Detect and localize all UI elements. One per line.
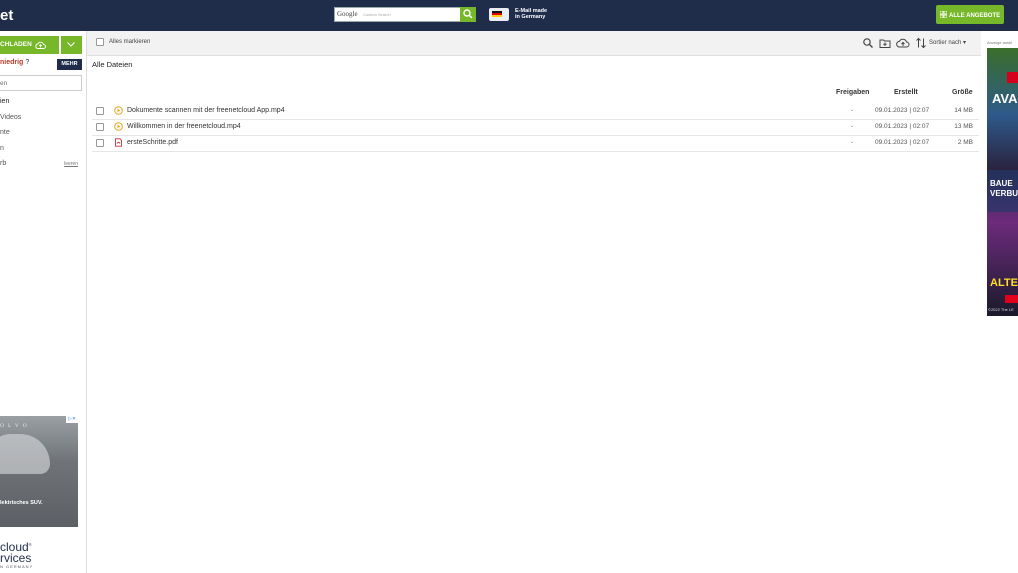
sidebar-item-label: nte — [0, 129, 10, 136]
ad-cta-text: ALTE — [990, 277, 1018, 289]
all-offers-button[interactable]: ALLE ANGEBOTE — [936, 5, 1004, 24]
upload-dropdown-button[interactable] — [61, 36, 82, 54]
right-skyscraper-ad[interactable]: AVA BAUE VERBU ALTE ©2022 The LE — [987, 48, 1018, 316]
sidebar-item-files[interactable]: ien — [0, 98, 86, 114]
ad-copyright: ©2022 The LE — [988, 307, 1014, 312]
freenetcloud-services-logo: cloud® rvices N GERMANY — [0, 540, 34, 569]
file-shares: - — [851, 123, 854, 130]
brand-logo-icon — [1007, 72, 1018, 83]
file-toolbar: Alles markieren Sortier nach ▾ — [87, 31, 981, 56]
table-row[interactable]: ersteSchritte.pdf - 09.01.2023 | 02:07 2… — [92, 135, 979, 152]
sidebar-search-field[interactable] — [0, 75, 82, 91]
search-hint: Custom Search — [363, 12, 391, 17]
new-folder-icon[interactable] — [879, 37, 891, 49]
ad-hide-link[interactable]: Anzeige ausbl — [987, 40, 1012, 45]
ad-close-icon[interactable]: ▷✕ — [66, 416, 78, 423]
more-button[interactable]: MEHR — [57, 59, 82, 70]
file-shares: - — [851, 107, 854, 114]
ad-subtitle: BAUE VERBU — [990, 179, 1018, 198]
file-created: 09.01.2023 | 02:07 — [875, 107, 930, 114]
google-label: Google — [337, 10, 358, 18]
file-name[interactable]: Dokumente scannen mit der freenetcloud A… — [127, 107, 285, 114]
sort-by-dropdown[interactable]: Sortier nach ▾ — [929, 39, 966, 46]
sidebar-item-trash[interactable]: rb leeren — [0, 160, 86, 176]
all-offers-label: ALLE ANGEBOTE — [949, 13, 1001, 19]
google-search-box[interactable]: Google Custom Search — [334, 7, 476, 22]
chevron-down-icon — [67, 42, 75, 47]
sidebar-search-input[interactable] — [0, 76, 80, 90]
pdf-file-icon — [115, 138, 122, 147]
ad-title: AVA — [992, 91, 1018, 106]
empty-trash-link[interactable]: leeren — [64, 161, 78, 167]
select-all-label[interactable]: Alles markieren — [109, 39, 150, 45]
sidebar: CHLADEN niedrig? MEHR ien Videos nte n r… — [0, 31, 87, 573]
search-button[interactable] — [460, 7, 476, 22]
file-name[interactable]: ersteSchritte.pdf — [127, 139, 178, 146]
priority-label: niedrig — [0, 59, 24, 66]
sidebar-item-label: ien — [0, 98, 10, 105]
sidebar-ad[interactable]: OLVO lektrisches SUV. ▷✕ — [0, 416, 78, 527]
search-icon — [463, 9, 473, 19]
column-header-created[interactable]: Erstellt — [894, 89, 918, 96]
select-all-checkbox[interactable] — [96, 38, 104, 46]
video-file-icon — [114, 122, 123, 131]
car-image — [0, 434, 50, 474]
row-checkbox[interactable] — [96, 123, 104, 131]
file-created: 09.01.2023 | 02:07 — [875, 123, 930, 130]
file-created: 09.01.2023 | 02:07 — [875, 139, 930, 146]
sidebar-nav: ien Videos nte n rb leeren — [0, 98, 86, 176]
upload-button[interactable]: CHLADEN — [0, 36, 59, 54]
table-row[interactable]: Willkommen in der freenetcloud.mp4 - 09.… — [92, 119, 979, 136]
column-header-shares[interactable]: Freigaben — [836, 89, 869, 96]
cloud-upload-icon — [35, 41, 46, 49]
made-in-germany-text: E-Mail made in Germany — [515, 8, 548, 20]
ad-cta-button[interactable] — [1005, 295, 1018, 303]
ad-tagline: lektrisches SUV. — [0, 500, 43, 506]
sidebar-item-other[interactable]: n — [0, 145, 86, 161]
priority-indicator: niedrig? — [0, 59, 29, 66]
grid-icon — [940, 11, 947, 18]
ad-brand: OLVO — [0, 423, 31, 429]
germany-flag-icon — [489, 8, 509, 21]
table-row[interactable]: Dokumente scannen mit der freenetcloud A… — [92, 103, 979, 120]
sidebar-item-label: n — [0, 144, 4, 152]
sidebar-item-videos[interactable]: Videos — [0, 114, 86, 130]
sidebar-item-label: rb — [0, 160, 7, 167]
cloud-upload-icon[interactable] — [896, 37, 910, 49]
upload-label: CHLADEN — [0, 41, 32, 48]
file-size: 2 MB — [957, 139, 973, 146]
help-icon[interactable]: ? — [25, 59, 29, 66]
file-name[interactable]: Willkommen in der freenetcloud.mp4 — [127, 123, 241, 130]
file-size: 13 MB — [954, 123, 973, 130]
top-header: et Google Custom Search E-Mail made in G… — [0, 0, 1018, 31]
chevron-down-icon: ▾ — [963, 40, 967, 46]
column-header-size[interactable]: Größe — [952, 89, 973, 96]
sort-icon[interactable] — [915, 37, 927, 49]
app-logo[interactable]: et — [0, 7, 13, 24]
breadcrumb: Alle Dateien — [92, 60, 133, 69]
sidebar-item-label: Videos — [0, 113, 22, 121]
file-size: 14 MB — [954, 107, 973, 114]
file-shares: - — [851, 139, 854, 146]
video-file-icon — [114, 106, 123, 115]
row-checkbox[interactable] — [96, 139, 104, 147]
search-icon[interactable] — [862, 37, 874, 49]
row-checkbox[interactable] — [96, 107, 104, 115]
sidebar-item-documents[interactable]: nte — [0, 129, 86, 145]
